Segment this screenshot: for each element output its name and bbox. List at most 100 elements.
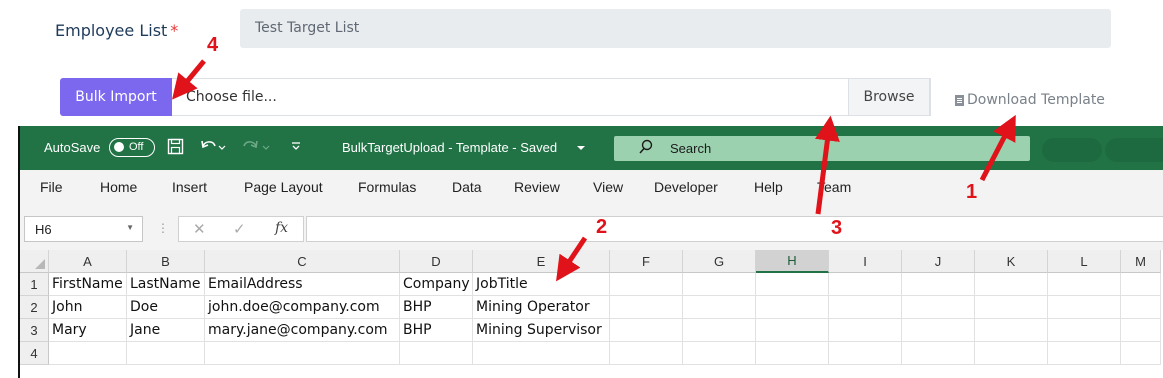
cell-h3[interactable] — [756, 319, 829, 342]
cell-d1[interactable]: Company — [400, 273, 473, 296]
cell-k3[interactable] — [975, 319, 1048, 342]
cell-a3[interactable]: Mary — [49, 319, 127, 342]
cell-c1[interactable]: EmailAddress — [205, 273, 400, 296]
cell-a1[interactable]: FirstName — [49, 273, 127, 296]
cell-i3[interactable] — [829, 319, 902, 342]
cell-c2[interactable]: john.doe@company.com — [205, 296, 400, 319]
row-header-2[interactable]: 2 — [20, 296, 49, 319]
cell-a4[interactable] — [49, 342, 127, 365]
excel-window: AutoSave Off BulkTargetUpload - Template… — [18, 126, 1163, 378]
tab-team[interactable]: Team — [817, 179, 851, 195]
cell-l4[interactable] — [1048, 342, 1121, 365]
cell-j4[interactable] — [902, 342, 975, 365]
cell-k1[interactable] — [975, 273, 1048, 296]
row-header-1[interactable]: 1 — [20, 273, 49, 296]
cancel-icon[interactable]: ✕ — [193, 220, 206, 238]
tab-file[interactable]: File — [40, 179, 63, 195]
chevron-down-icon[interactable] — [576, 140, 586, 158]
name-box[interactable]: H6 ▼ — [24, 216, 143, 242]
tab-page-layout[interactable]: Page Layout — [244, 179, 323, 195]
cell-b1[interactable]: LastName — [127, 273, 205, 296]
cell-g4[interactable] — [683, 342, 756, 365]
column-header-a[interactable]: A — [49, 250, 127, 273]
undo-icon[interactable] — [200, 138, 226, 160]
cell-h2[interactable] — [756, 296, 829, 319]
insert-function-icon[interactable]: fx — [275, 220, 288, 236]
cell-e4[interactable] — [473, 342, 610, 365]
cell-g1[interactable] — [683, 273, 756, 296]
tab-insert[interactable]: Insert — [172, 179, 207, 195]
cell-k2[interactable] — [975, 296, 1048, 319]
tab-review[interactable]: Review — [514, 179, 560, 195]
file-input[interactable]: Choose file... Browse — [172, 78, 931, 116]
cell-a2[interactable]: John — [49, 296, 127, 319]
check-icon[interactable]: ✓ — [233, 220, 246, 238]
column-header-b[interactable]: B — [127, 250, 205, 273]
cell-g2[interactable] — [683, 296, 756, 319]
cell-b3[interactable]: Jane — [127, 319, 205, 342]
tab-view[interactable]: View — [593, 179, 623, 195]
tab-formulas[interactable]: Formulas — [358, 179, 416, 195]
save-icon[interactable] — [167, 138, 184, 160]
cell-b4[interactable] — [127, 342, 205, 365]
row-header-3[interactable]: 3 — [20, 319, 49, 342]
formula-input[interactable] — [306, 216, 1163, 242]
tab-data[interactable]: Data — [452, 179, 482, 195]
cell-d3[interactable]: BHP — [400, 319, 473, 342]
row-header-4[interactable]: 4 — [20, 342, 49, 365]
chevron-down-icon: ▼ — [126, 223, 134, 232]
column-header-e[interactable]: E — [473, 250, 610, 273]
cell-f4[interactable] — [610, 342, 683, 365]
cell-h4[interactable] — [756, 342, 829, 365]
cell-j1[interactable] — [902, 273, 975, 296]
cell-k4[interactable] — [975, 342, 1048, 365]
column-header-i[interactable]: I — [829, 250, 902, 273]
cell-i4[interactable] — [829, 342, 902, 365]
column-header-f[interactable]: F — [610, 250, 683, 273]
cell-m3[interactable] — [1121, 319, 1161, 342]
excel-search-box[interactable]: Search — [614, 136, 1030, 161]
cell-l1[interactable] — [1048, 273, 1121, 296]
tab-developer[interactable]: Developer — [654, 179, 718, 195]
cell-f2[interactable] — [610, 296, 683, 319]
excel-title-bar: AutoSave Off BulkTargetUpload - Template… — [20, 126, 1163, 170]
cell-c4[interactable] — [205, 342, 400, 365]
cell-j3[interactable] — [902, 319, 975, 342]
cell-m1[interactable] — [1121, 273, 1161, 296]
cell-j2[interactable] — [902, 296, 975, 319]
cell-c3[interactable]: mary.jane@company.com — [205, 319, 400, 342]
cell-f3[interactable] — [610, 319, 683, 342]
autosave-toggle[interactable]: Off — [109, 138, 155, 157]
customize-toolbar-icon[interactable] — [291, 139, 301, 156]
download-template-link[interactable]: Download Template — [955, 92, 1105, 108]
bulk-import-button[interactable]: Bulk Import — [60, 78, 172, 116]
tab-help[interactable]: Help — [754, 179, 783, 195]
cell-l2[interactable] — [1048, 296, 1121, 319]
cell-e3[interactable]: Mining Supervisor — [473, 319, 610, 342]
cell-l3[interactable] — [1048, 319, 1121, 342]
column-header-h[interactable]: H — [756, 250, 829, 273]
column-header-g[interactable]: G — [683, 250, 756, 273]
cell-i1[interactable] — [829, 273, 902, 296]
column-header-k[interactable]: K — [975, 250, 1048, 273]
cell-i2[interactable] — [829, 296, 902, 319]
column-header-l[interactable]: L — [1048, 250, 1121, 273]
cell-m4[interactable] — [1121, 342, 1161, 365]
cell-e2[interactable]: Mining Operator — [473, 296, 610, 319]
column-header-m[interactable]: M — [1121, 250, 1161, 273]
column-header-j[interactable]: J — [902, 250, 975, 273]
select-all-corner[interactable] — [20, 250, 49, 273]
cell-g3[interactable] — [683, 319, 756, 342]
cell-h1[interactable] — [756, 273, 829, 296]
cell-m2[interactable] — [1121, 296, 1161, 319]
cell-f1[interactable] — [610, 273, 683, 296]
cell-d2[interactable]: BHP — [400, 296, 473, 319]
cell-d4[interactable] — [400, 342, 473, 365]
cell-e1[interactable]: JobTitle — [473, 273, 610, 296]
column-header-d[interactable]: D — [400, 250, 473, 273]
browse-button[interactable]: Browse — [848, 78, 930, 116]
column-header-c[interactable]: C — [205, 250, 400, 273]
tab-home[interactable]: Home — [100, 179, 137, 195]
employee-list-field[interactable]: Test Target List — [240, 9, 1111, 48]
cell-b2[interactable]: Doe — [127, 296, 205, 319]
